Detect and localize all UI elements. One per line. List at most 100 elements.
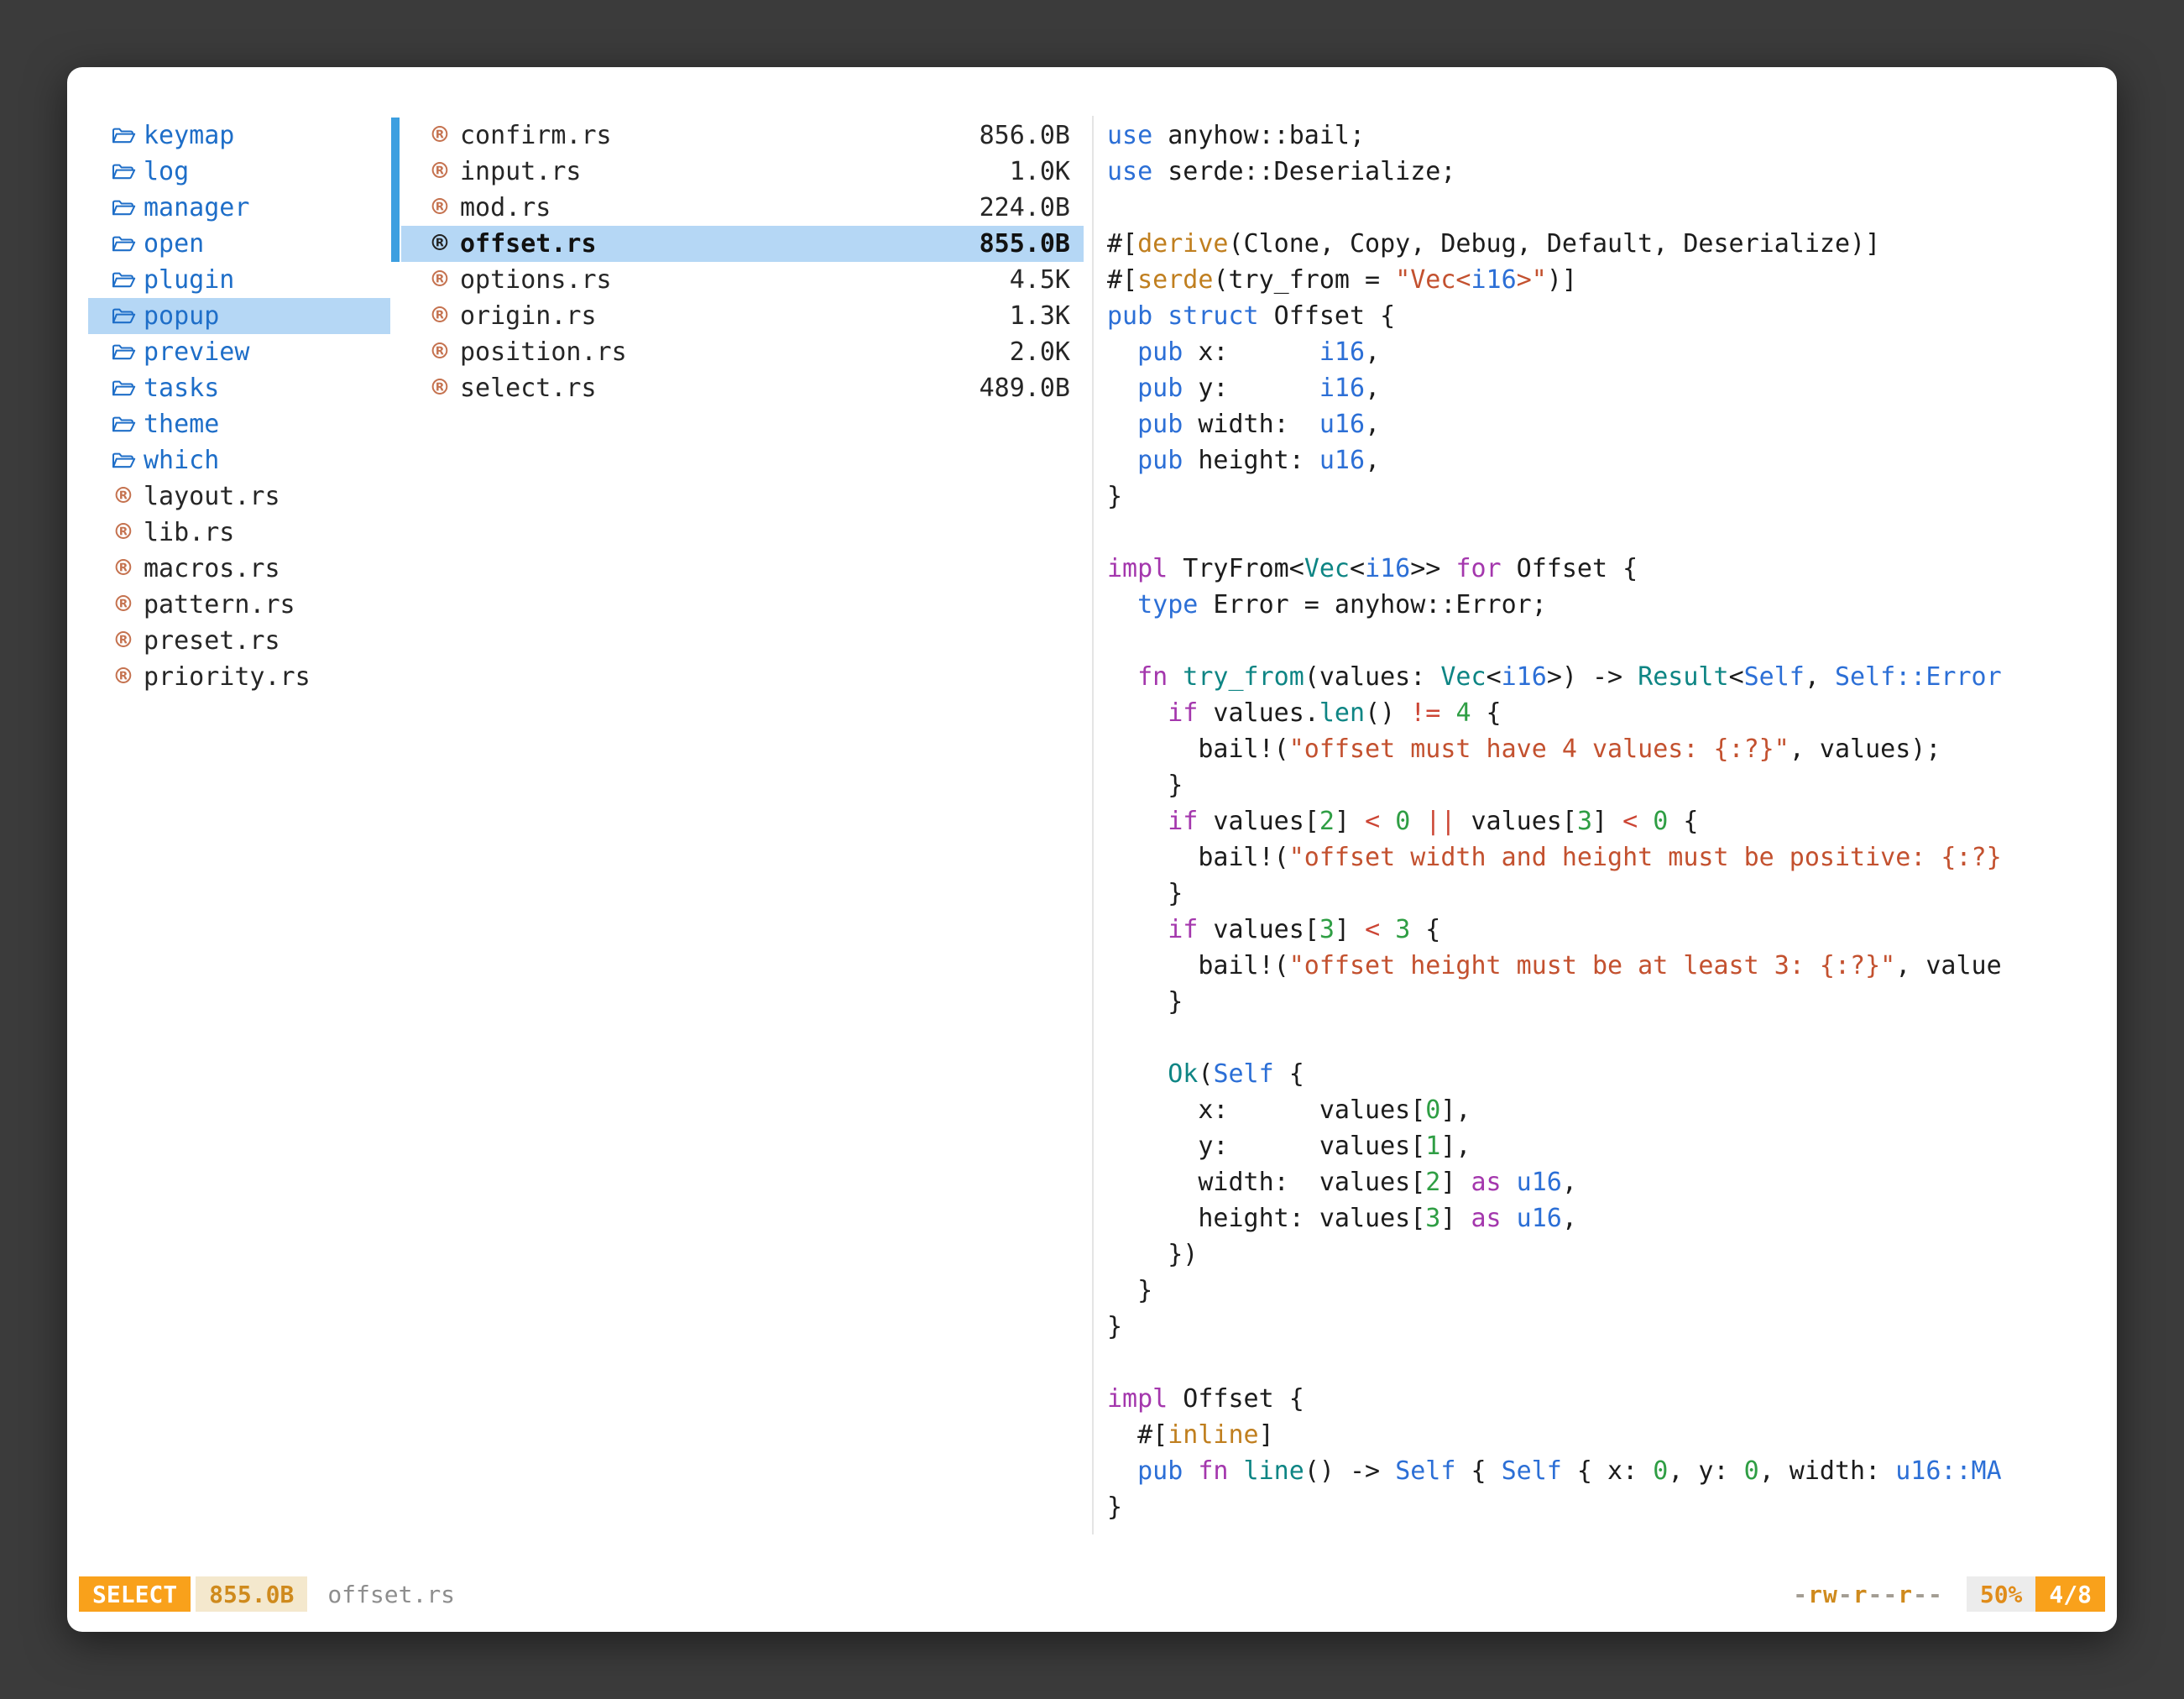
file-item-lib-rs[interactable]: ®lib.rs [88,515,390,551]
rust-file-icon: ® [425,118,455,154]
rust-file-icon: ® [108,587,138,623]
code-line: } [1107,1309,2097,1345]
file-row-options-rs[interactable]: ®options.rs4.5K [401,262,1084,298]
item-label: manager [144,190,249,226]
file-size: 224.0B [980,190,1070,226]
mode-badge: SELECT [79,1576,191,1612]
folder-icon [108,415,138,435]
file-row-origin-rs[interactable]: ®origin.rs1.3K [401,298,1084,334]
dir-item-keymap[interactable]: keymap [88,118,390,154]
file-row-position-rs[interactable]: ®position.rs2.0K [401,334,1084,370]
current-directory-pane: ®confirm.rs856.0B®input.rs1.0K®mod.rs224… [401,118,1084,406]
folder-icon [108,342,138,363]
folder-icon [108,126,138,146]
code-line [1107,1020,2097,1056]
rust-file-icon: ® [425,334,455,370]
code-line: fn try_from(values: Vec<i16>) -> Result<… [1107,659,2097,695]
folder-icon [108,162,138,182]
code-line: y: values[1], [1107,1128,2097,1164]
code-line: bail!("offset width and height must be p… [1107,839,2097,876]
code-line: height: values[3] as u16, [1107,1200,2097,1236]
rust-file-icon: ® [425,262,455,298]
code-line [1107,190,2097,226]
rust-file-icon: ® [425,190,455,226]
file-size: 489.0B [980,370,1070,406]
item-label: preset.rs [144,623,280,659]
folder-icon [108,306,138,327]
dir-item-theme[interactable]: theme [88,406,390,442]
file-preview-pane: use anyhow::bail;use serde::Deserialize;… [1107,118,2097,1540]
file-item-preset-rs[interactable]: ®preset.rs [88,623,390,659]
file-size: 2.0K [1010,334,1070,370]
rust-file-icon: ® [108,478,138,515]
item-label: priority.rs [144,659,311,695]
code-line: x: values[0], [1107,1092,2097,1128]
item-label: macros.rs [144,551,280,587]
folder-icon [108,379,138,399]
code-line: type Error = anyhow::Error; [1107,587,2097,623]
dir-item-which[interactable]: which [88,442,390,478]
code-line: }) [1107,1236,2097,1273]
code-line [1107,515,2097,551]
code-line [1107,1345,2097,1381]
pane-separator [1092,116,1094,1534]
code-line: bail!("offset height must be at least 3:… [1107,948,2097,984]
file-item-pattern-rs[interactable]: ®pattern.rs [88,587,390,623]
item-label: lib.rs [144,515,234,551]
middle-pane-scrollbar[interactable] [391,118,400,262]
folder-icon [108,234,138,254]
file-row-offset-rs[interactable]: ®offset.rs855.0B [401,226,1084,262]
code-line: if values[2] < 0 || values[3] < 0 { [1107,803,2097,839]
file-item-layout-rs[interactable]: ®layout.rs [88,478,390,515]
folder-icon [108,270,138,290]
file-row-select-rs[interactable]: ®select.rs489.0B [401,370,1084,406]
file-permissions: -rw-r--r-- [1793,1581,1943,1608]
code-line: } [1107,767,2097,803]
dir-item-log[interactable]: log [88,154,390,190]
file-name: input.rs [460,154,1010,190]
rust-file-icon: ® [108,659,138,695]
file-size: 1.0K [1010,154,1070,190]
item-label: which [144,442,219,478]
code-line: width: values[2] as u16, [1107,1164,2097,1200]
code-line: pub height: u16, [1107,442,2097,478]
code-line: use anyhow::bail; [1107,118,2097,154]
dir-item-popup[interactable]: popup [88,298,390,334]
cursor-position-badge: 4/8 [2035,1576,2105,1612]
rust-file-icon: ® [108,551,138,587]
scroll-percent-badge: 50% [1967,1576,2036,1612]
file-size-badge: 855.0B [196,1576,307,1612]
dir-item-plugin[interactable]: plugin [88,262,390,298]
rust-file-icon: ® [108,623,138,659]
item-label: keymap [144,118,234,154]
code-line: impl Offset { [1107,1381,2097,1417]
file-item-macros-rs[interactable]: ®macros.rs [88,551,390,587]
code-line [1107,623,2097,659]
file-row-input-rs[interactable]: ®input.rs1.0K [401,154,1084,190]
file-name: position.rs [460,334,1010,370]
rust-file-icon: ® [425,298,455,334]
rust-file-icon: ® [425,226,455,262]
dir-item-tasks[interactable]: tasks [88,370,390,406]
code-line: use serde::Deserialize; [1107,154,2097,190]
file-name: confirm.rs [460,118,980,154]
code-line: #[inline] [1107,1417,2097,1453]
dir-item-open[interactable]: open [88,226,390,262]
status-filename: offset.rs [327,1581,455,1608]
item-label: pattern.rs [144,587,295,623]
code-line: pub width: u16, [1107,406,2097,442]
file-row-confirm-rs[interactable]: ®confirm.rs856.0B [401,118,1084,154]
dir-item-preview[interactable]: preview [88,334,390,370]
code-line: } [1107,876,2097,912]
file-item-priority-rs[interactable]: ®priority.rs [88,659,390,695]
item-label: theme [144,406,219,442]
file-size: 1.3K [1010,298,1070,334]
code-line: Ok(Self { [1107,1056,2097,1092]
dir-item-manager[interactable]: manager [88,190,390,226]
file-row-mod-rs[interactable]: ®mod.rs224.0B [401,190,1084,226]
rust-file-icon: ® [108,515,138,551]
file-size: 4.5K [1010,262,1070,298]
file-name: mod.rs [460,190,980,226]
code-line: pub fn line() -> Self { Self { x: 0, y: … [1107,1453,2097,1489]
folder-icon [108,451,138,471]
